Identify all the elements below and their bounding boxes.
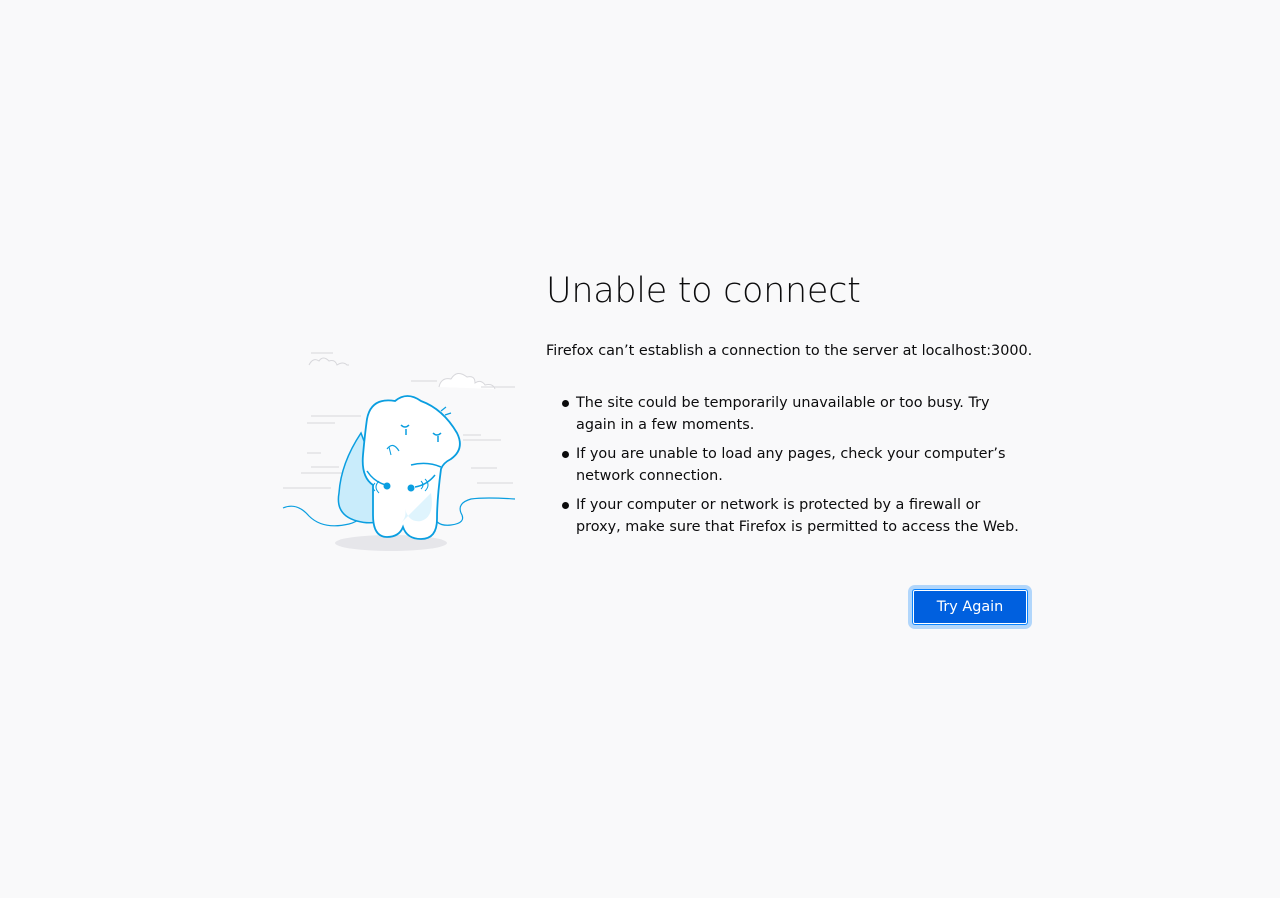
bullet-icon (562, 450, 569, 458)
try-again-button[interactable]: Try Again (912, 589, 1028, 625)
list-item: If your computer or network is protected… (546, 494, 1022, 538)
error-page: Unable to connect Firefox can’t establis… (0, 0, 1280, 898)
reason-text: If you are unable to load any pages, che… (576, 446, 1006, 484)
list-item: If you are unable to load any pages, che… (546, 443, 1022, 487)
bullet-icon (562, 501, 569, 509)
page-title: Unable to connect (546, 271, 861, 311)
disconnected-dino-icon (281, 343, 517, 555)
reason-text: If your computer or network is protected… (576, 497, 1019, 535)
reasons-list: The site could be temporarily unavailabl… (546, 392, 1030, 538)
error-description: Firefox can’t establish a connection to … (546, 343, 1033, 359)
bullet-icon (562, 399, 569, 407)
error-content: Unable to connect Firefox can’t establis… (546, 268, 1033, 545)
reason-text: The site could be temporarily unavailabl… (576, 395, 990, 433)
button-container: Try Again (912, 589, 1028, 625)
list-item: The site could be temporarily unavailabl… (546, 392, 1022, 436)
